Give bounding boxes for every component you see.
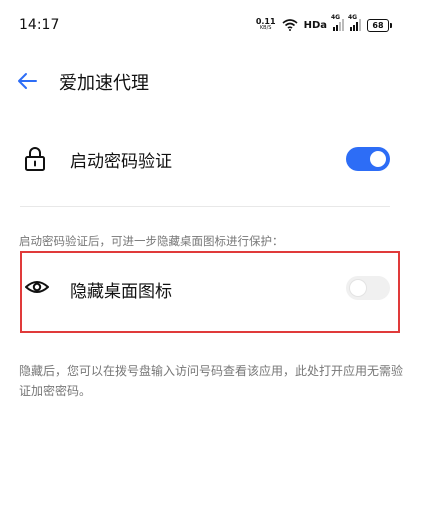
signal-sim2-icon: 4G	[348, 14, 361, 31]
divider	[20, 206, 390, 207]
app-header: 爱加速代理	[0, 60, 423, 104]
network-speed-unit: KB/S	[259, 25, 272, 31]
hide-icon-label: 隐藏桌面图标	[70, 282, 172, 302]
hd-voice-indicator: HDa	[303, 19, 327, 31]
toggle-knob	[370, 151, 386, 167]
password-verify-label: 启动密码验证	[70, 152, 172, 172]
battery-icon: 68	[367, 18, 392, 32]
status-icons: 0.11 KB/S HDa 4G 4G 68	[256, 14, 392, 32]
battery-level: 68	[372, 20, 384, 30]
password-verify-toggle[interactable]	[346, 147, 390, 171]
status-time: 14:17	[19, 17, 60, 33]
network-speed-value: 0.11	[255, 17, 276, 26]
hint-text: 启动密码验证后，可进一步隐藏桌面图标进行保护：	[19, 234, 284, 248]
eye-icon	[25, 281, 49, 293]
password-verify-row[interactable]: 启动密码验证	[0, 130, 423, 188]
wifi-icon	[282, 19, 298, 31]
signal-sim1-icon: 4G	[331, 14, 344, 31]
status-bar: 14:17 0.11 KB/S HDa 4G 4G 68	[0, 0, 423, 52]
sim2-network-type: 4G	[348, 14, 358, 21]
sim1-network-type: 4G	[331, 14, 341, 21]
arrow-left-icon[interactable]	[16, 70, 38, 92]
lock-icon	[25, 147, 45, 171]
toggle-knob	[350, 280, 366, 296]
hide-icon-toggle[interactable]	[346, 276, 390, 300]
description-text: 隐藏后，您可以在拨号盘输入访问号码查看该应用，此处打开应用无需验证加密密码。	[19, 364, 404, 398]
network-speed: 0.11 KB/S	[256, 18, 276, 32]
page-title: 爱加速代理	[59, 73, 149, 94]
